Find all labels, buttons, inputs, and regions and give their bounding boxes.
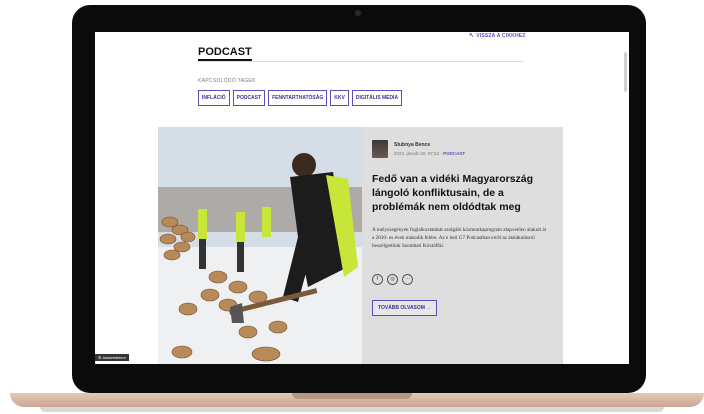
meta-separator: ·: [440, 151, 442, 156]
laptop-shadow: [40, 407, 664, 412]
back-link[interactable]: ↖ VISSZA A CIKKHEZ: [469, 32, 526, 39]
privacy-badge-label: Adatvédelem: [102, 355, 126, 360]
article-content: Stubnya Bence 2022. január 20. 07:22 · P…: [362, 127, 563, 364]
article-photo[interactable]: [158, 127, 362, 364]
read-more-label: TOVÁBB OLVASOM: [378, 305, 425, 311]
article-headline[interactable]: Fedő van a vidéki Magyarország lángoló k…: [372, 172, 542, 214]
share-buttons: f ◎ ···: [372, 274, 413, 285]
avatar: [372, 140, 388, 158]
page-title: PODCAST: [198, 46, 252, 61]
tag-digitalis-media[interactable]: DIGITÁLIS MÉDIA: [351, 90, 403, 106]
more-icon[interactable]: ···: [402, 274, 413, 285]
article-card[interactable]: Stubnya Bence 2022. január 20. 07:22 · P…: [158, 127, 563, 364]
tag-kkv[interactable]: KKV: [330, 90, 349, 106]
article-meta: 2022. január 20. 07:22 · PODCAST: [394, 151, 465, 156]
tag-list: INFLÁCIÓ PODCAST FENNTARTHATÓSÁG KKV DIG…: [198, 90, 403, 106]
tags-label: KAPCSOLÓDÓ TAGEK: [198, 78, 256, 84]
laptop-notch: [292, 393, 412, 399]
scrollbar[interactable]: [624, 52, 627, 92]
article-lead: A mélyszegények foglalkoztatását szolgál…: [372, 227, 547, 249]
arrow-icon: ↖: [469, 33, 475, 39]
instagram-icon[interactable]: ◎: [387, 274, 398, 285]
privacy-badge[interactable]: ⚙ Adatvédelem: [95, 354, 129, 361]
article-date: 2022. január 20. 07:22: [394, 151, 440, 156]
author-name[interactable]: Stubnya Bence: [394, 142, 430, 148]
read-more-button[interactable]: TOVÁBB OLVASOM →: [372, 300, 438, 316]
tag-fenntarthatosag[interactable]: FENNTARTHATÓSÁG: [268, 90, 328, 106]
divider: [198, 61, 524, 62]
woodcutting-photo: [158, 127, 362, 364]
screen: ↖ VISSZA A CIKKHEZ PODCAST KAPCSOLÓDÓ TAG…: [95, 32, 629, 364]
tag-podcast[interactable]: PODCAST: [232, 90, 266, 106]
facebook-icon[interactable]: f: [372, 274, 383, 285]
article-category[interactable]: PODCAST: [443, 151, 465, 156]
tag-inflacio[interactable]: INFLÁCIÓ: [198, 90, 230, 106]
back-link-label: VISSZA A CIKKHEZ: [476, 33, 526, 39]
camera-dot: [355, 10, 361, 16]
arrow-right-icon: →: [426, 305, 432, 311]
